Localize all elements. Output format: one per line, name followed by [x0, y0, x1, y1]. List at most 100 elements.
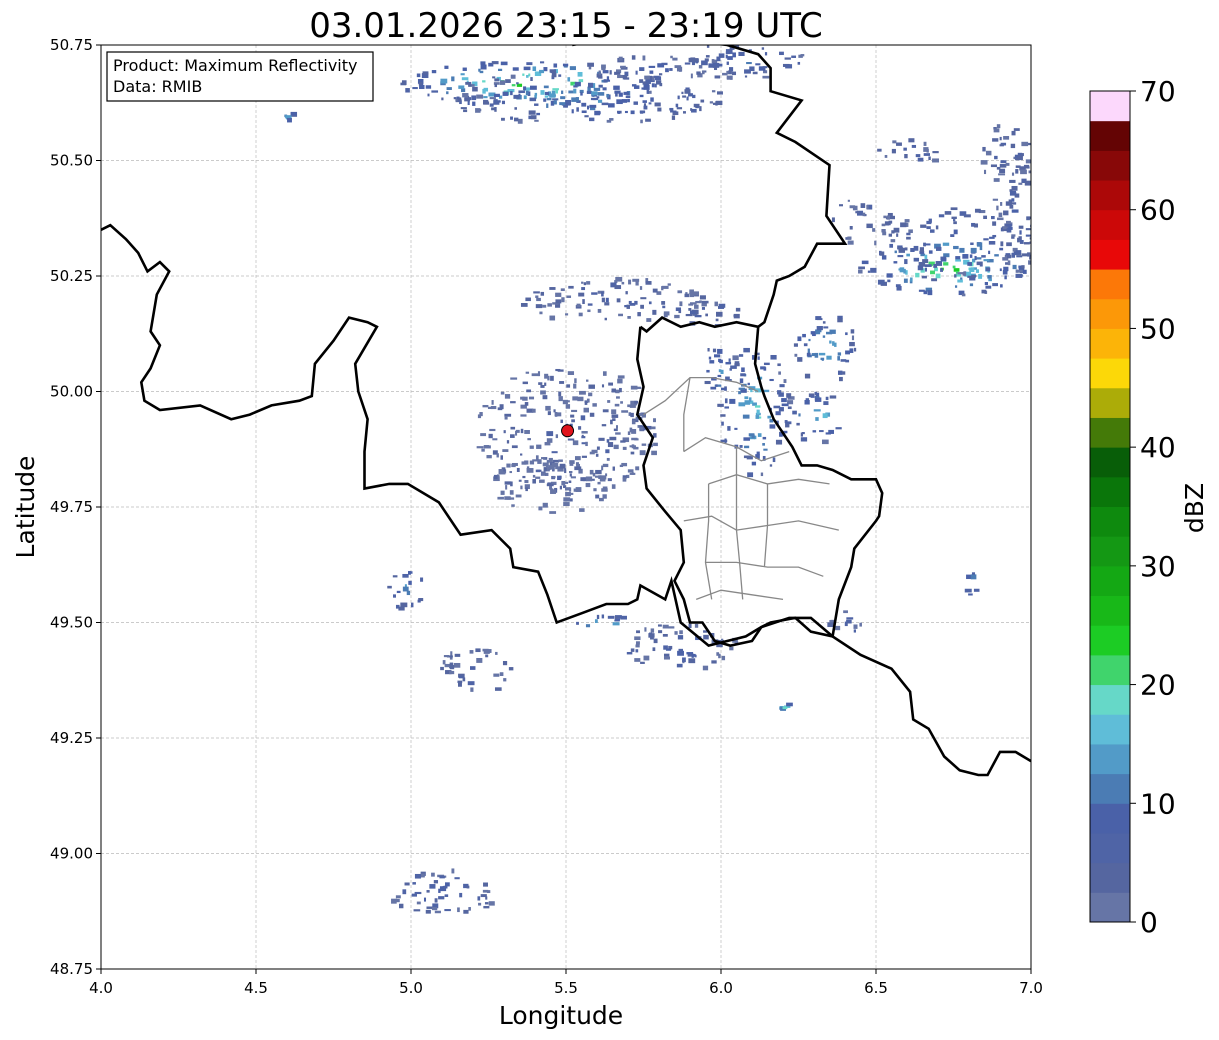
echo-pixel	[573, 488, 578, 492]
echo-pixel	[640, 119, 643, 124]
echo-pixel	[897, 247, 904, 250]
echo-pixel	[701, 307, 706, 310]
echo-pixel	[523, 66, 531, 71]
echo-pixel	[569, 471, 573, 474]
echo-pixel	[510, 481, 513, 487]
echo-pixel	[609, 118, 614, 121]
echo-pixel	[611, 484, 616, 489]
echo-pixel	[602, 409, 609, 413]
echo-pixel	[574, 81, 581, 87]
echo-pixel	[578, 292, 585, 297]
echo-pixel	[555, 292, 562, 297]
echo-pixel	[815, 417, 819, 421]
echo-pixel	[504, 416, 508, 420]
echo-pixel	[1021, 265, 1025, 269]
echo-pixel	[510, 74, 516, 79]
echo-pixel	[453, 662, 461, 668]
echo-pixel	[1033, 233, 1036, 236]
echo-pixel	[888, 233, 893, 237]
echo-pixel	[717, 348, 723, 354]
echo-pixel	[639, 94, 644, 98]
echo-pixel	[569, 473, 572, 477]
colorbar-segment	[1090, 625, 1130, 656]
echo-pixel	[480, 61, 486, 65]
echo-pixel	[890, 239, 896, 243]
echo-pixel	[620, 401, 623, 404]
colorbar-tick-label: 20	[1140, 669, 1176, 702]
colorbar	[1090, 91, 1130, 923]
echo-pixel	[402, 573, 409, 578]
echo-pixel	[524, 430, 530, 434]
echo-pixel	[591, 292, 598, 295]
echo-pixel	[1010, 143, 1016, 149]
echo-pixel	[777, 363, 781, 367]
echo-pixel	[596, 614, 600, 620]
echo-pixel	[587, 303, 593, 306]
echo-pixel	[506, 440, 510, 444]
echo-pixel	[478, 68, 481, 72]
echo-pixel	[815, 330, 821, 335]
echo-pixel	[823, 326, 829, 329]
echo-pixel	[622, 477, 627, 482]
echo-pixel	[1033, 230, 1037, 233]
echo-pixel	[847, 240, 854, 245]
echo-pixel	[938, 214, 945, 218]
echo-pixel	[784, 57, 791, 60]
echo-pixel	[671, 115, 676, 120]
echo-pixel	[675, 103, 679, 108]
echo-pixel	[923, 153, 930, 156]
echo-pixel	[1007, 260, 1011, 266]
echo-pixel	[757, 356, 760, 360]
echo-pixel	[593, 488, 597, 492]
echo-pixel	[607, 478, 612, 482]
echo-pixel	[475, 648, 481, 653]
echo-pixel	[455, 99, 458, 102]
echo-pixel	[874, 240, 877, 246]
district-boundary	[683, 515, 839, 531]
echo-pixel	[620, 440, 626, 443]
echo-pixel	[930, 229, 935, 233]
echo-pixel	[735, 307, 741, 312]
echo-pixel	[1029, 241, 1031, 244]
echo-pixel	[605, 449, 610, 454]
colorbar-segment	[1090, 120, 1130, 151]
echo-pixel	[743, 437, 750, 441]
echo-pixel	[627, 404, 633, 408]
echo-pixel	[442, 660, 446, 665]
echo-pixel	[654, 102, 661, 107]
echo-pixel	[953, 245, 959, 250]
echo-pixel	[715, 318, 719, 322]
echo-pixel	[542, 395, 548, 400]
echo-pixel	[653, 418, 656, 423]
echo-pixel	[520, 485, 523, 490]
echo-pixel	[740, 373, 746, 377]
echo-pixel	[1018, 236, 1022, 241]
echo-pixel	[747, 382, 750, 386]
echo-pixel	[567, 371, 575, 375]
echo-pixel	[783, 379, 787, 383]
echo-pixel	[953, 221, 957, 225]
echo-pixel	[583, 282, 587, 286]
echo-pixel	[923, 242, 926, 247]
echo-pixel	[533, 291, 540, 294]
echo-pixel	[781, 403, 789, 407]
echo-pixel	[739, 445, 743, 448]
echo-pixel	[510, 426, 516, 430]
echo-pixel	[725, 54, 728, 59]
echo-pixel	[1037, 225, 1044, 228]
echo-pixel	[615, 432, 621, 435]
echo-pixel	[900, 222, 907, 228]
echo-pixel	[618, 313, 623, 317]
info-box: Product: Maximum Reflectivity Data: RMIB	[106, 51, 374, 102]
echo-pixel	[645, 118, 651, 122]
echo-pixel	[677, 290, 683, 294]
echo-pixel	[504, 496, 511, 500]
echo-pixel	[769, 378, 774, 382]
echo-pixel	[642, 55, 646, 61]
echo-pixel	[974, 255, 977, 261]
echo-pixel	[529, 460, 535, 465]
echo-pixel	[646, 318, 652, 322]
echo-pixel	[698, 65, 703, 69]
echo-pixel	[412, 882, 416, 885]
echo-pixel	[940, 257, 947, 262]
